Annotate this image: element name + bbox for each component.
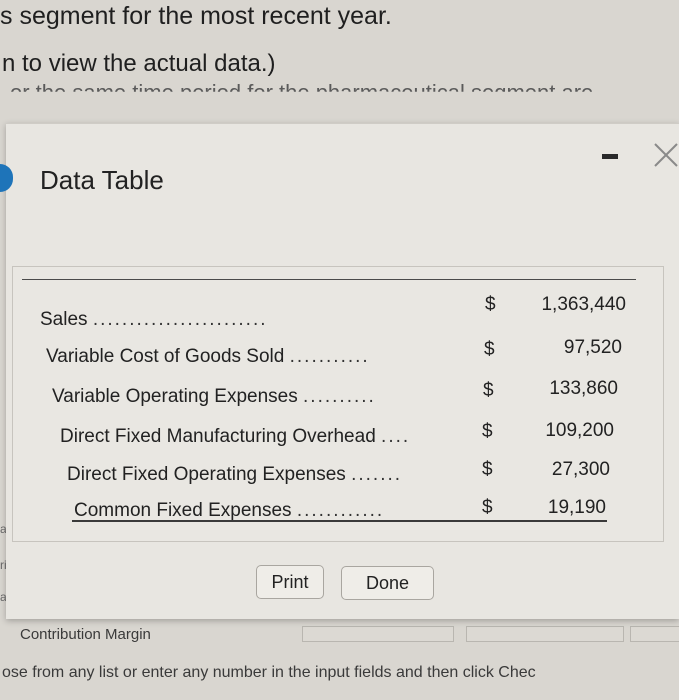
table-top-rule [22,279,636,280]
currency-symbol: $ [482,421,493,442]
row-label: Direct Fixed Manufacturing Overhead [60,426,376,447]
row-leader-dots: .......... [303,386,376,407]
minimize-icon[interactable] [602,154,618,159]
row-leader-dots: ....... [351,464,403,485]
instruction-line-3: or the same time period for the pharmace… [10,80,594,105]
table-row: Sales ........................ [40,309,268,331]
table-row: Variable Cost of Goods Sold ........... [46,346,370,368]
print-button[interactable]: Print [256,565,324,599]
row-amount: 133,860 [549,378,618,399]
instruction-line-2: n to view the actual data.) [2,50,276,77]
row-leader-dots: ........... [289,346,370,367]
table-row: Direct Fixed Manufacturing Overhead .... [60,426,410,448]
row-leader-dots: ............ [296,500,385,521]
row-label: Variable Cost of Goods Sold [46,346,285,367]
currency-symbol: $ [485,294,496,315]
row-amount: 97,520 [563,337,622,358]
footer-instruction: ose from any list or enter any number in… [2,664,536,681]
table-bottom-rule [72,520,607,522]
done-button[interactable]: Done [341,566,434,600]
contribution-margin-input[interactable] [630,626,679,642]
row-leader-dots: ........................ [92,309,268,330]
table-row: Common Fixed Expenses ............ [74,500,384,522]
row-label: Sales [40,309,88,330]
row-label: Common Fixed Expenses [74,500,292,521]
currency-symbol: $ [484,339,495,360]
instruction-line-1: s segment for the most recent year. [0,2,392,30]
info-icon [0,164,13,192]
close-icon[interactable] [647,138,679,168]
currency-symbol: $ [483,380,494,401]
row-label: Variable Operating Expenses [52,386,298,407]
table-row: Variable Operating Expenses .......... [52,386,376,408]
row-amount: 1,363,440 [541,294,626,315]
row-label: Direct Fixed Operating Expenses [67,464,346,485]
row-leader-dots: .... [381,426,411,447]
contribution-margin-label: Contribution Margin [20,626,151,643]
row-amount: 27,300 [551,459,610,480]
contribution-margin-input[interactable] [302,626,454,642]
table-row: Direct Fixed Operating Expenses ....... [67,464,402,486]
contribution-margin-input[interactable] [466,626,624,642]
data-table-dialog: Data Table Sales .......................… [0,123,679,619]
row-amount: 19,190 [547,497,606,518]
row-amount: 109,200 [545,420,614,441]
dialog-title: Data Table [40,165,164,195]
